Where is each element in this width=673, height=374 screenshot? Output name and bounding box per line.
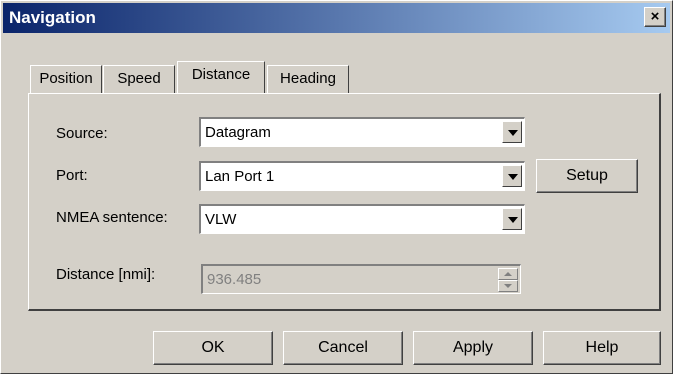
nmea-value: VLW [205, 211, 237, 228]
close-button[interactable]: × [644, 7, 666, 27]
tab-speed-label: Speed [117, 70, 161, 87]
setup-button[interactable]: Setup [536, 159, 638, 193]
tab-heading-label: Heading [280, 70, 336, 87]
tab-position[interactable]: Position [30, 65, 102, 93]
chevron-down-icon[interactable] [502, 208, 522, 230]
port-select[interactable]: Lan Port 1 [199, 161, 525, 191]
source-label: Source: [56, 125, 108, 142]
port-value: Lan Port 1 [205, 168, 275, 185]
distance-spinbox: 936.485 [201, 264, 521, 294]
spin-up-icon [498, 268, 518, 280]
tab-heading[interactable]: Heading [267, 65, 349, 93]
tab-distance[interactable]: Distance [177, 61, 265, 93]
chevron-down-icon[interactable] [502, 121, 522, 143]
navigation-dialog: Navigation × Position Speed Distance Hea… [0, 0, 673, 374]
source-select[interactable]: Datagram [199, 117, 525, 147]
source-value: Datagram [205, 124, 271, 141]
tab-position-label: Position [39, 70, 93, 87]
window-title: Navigation [9, 8, 96, 27]
port-label: Port: [56, 167, 88, 184]
nmea-label: NMEA sentence: [56, 209, 168, 226]
cancel-button[interactable]: Cancel [283, 331, 403, 365]
help-button[interactable]: Help [543, 331, 661, 365]
spin-down-icon [498, 280, 518, 292]
distance-value: 936.485 [207, 271, 262, 288]
title-bar: Navigation × [3, 3, 670, 33]
spin-arrows [498, 268, 518, 292]
tab-distance-label: Distance [191, 66, 251, 83]
ok-button[interactable]: OK [153, 331, 273, 365]
nmea-select[interactable]: VLW [199, 204, 525, 234]
chevron-down-icon[interactable] [502, 165, 522, 187]
tab-speed[interactable]: Speed [103, 65, 175, 93]
apply-button[interactable]: Apply [413, 331, 533, 365]
distance-label: Distance [nmi]: [56, 266, 156, 283]
